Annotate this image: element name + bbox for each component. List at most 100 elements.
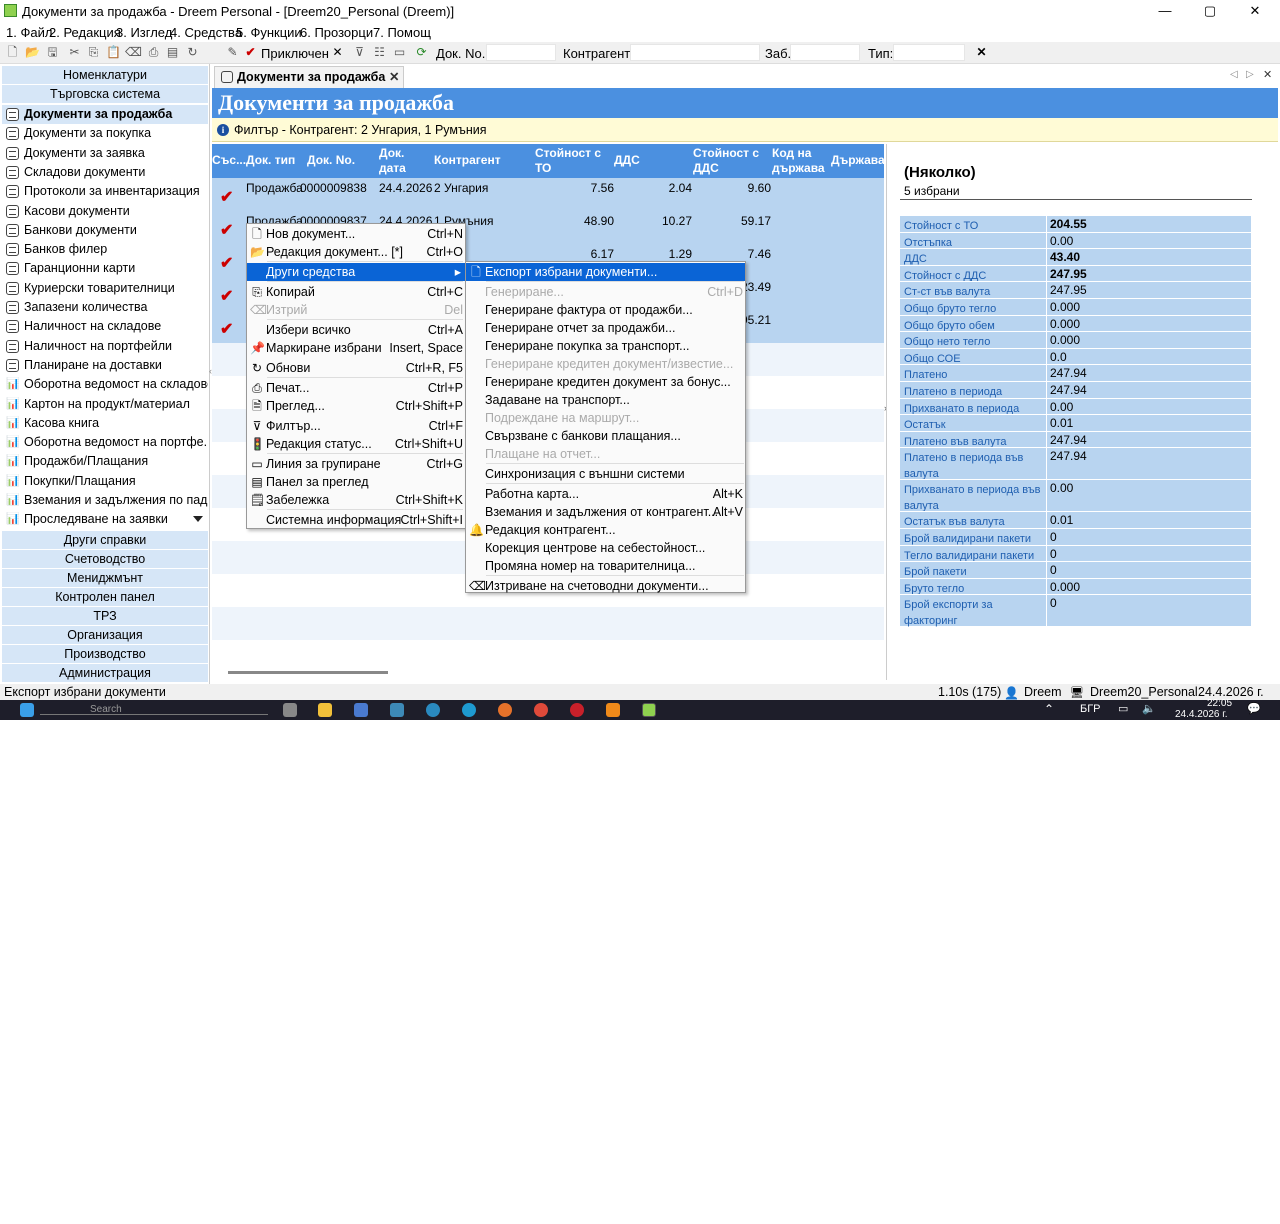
close-button[interactable]: ✕ [1240, 2, 1270, 20]
col-status[interactable]: Със... [212, 153, 246, 168]
task-view-icon[interactable] [283, 703, 297, 717]
open-icon[interactable]: 📂 [25, 45, 40, 60]
file-explorer-icon[interactable] [318, 703, 332, 717]
calculator-icon[interactable] [354, 703, 368, 717]
menu-windows[interactable]: 6. Прозорци [300, 25, 373, 40]
menu-tools[interactable]: 4. Средства [170, 25, 242, 40]
col-doc-date[interactable]: Док. дата [379, 146, 419, 176]
col-country-code[interactable]: Код на държава [772, 146, 832, 176]
col-value-to[interactable]: Стойност с ТО [535, 146, 615, 176]
tab-scroll-right-icon[interactable]: ▷ [1246, 69, 1254, 80]
submenu-item-11[interactable]: Синхронизация с външни системи [466, 465, 745, 483]
clear-icon[interactable]: ✕ [330, 45, 345, 60]
notifications-icon[interactable]: 💬 [1247, 702, 1261, 715]
nav-item-3[interactable]: Складови документи [2, 163, 208, 182]
submenu-item-10[interactable]: Плащане на отчет... [466, 445, 745, 463]
context-menu-item-7[interactable]: ↻ Обнови Ctrl+R, F5 [247, 359, 465, 377]
nav-header-nomenclatures[interactable]: Номенклатури [2, 66, 208, 84]
nav-header-trade-system[interactable]: Търговска система [2, 85, 208, 103]
submenu-item-9[interactable]: Свързване с банкови плащания... [466, 427, 745, 445]
context-menu-item-15[interactable]: Системна информация Ctrl+Shift+I [247, 511, 465, 529]
menu-functions[interactable]: 5. Функции [236, 25, 302, 40]
splitter-handle-icon[interactable]: ‹ [209, 366, 212, 376]
refresh-icon[interactable]: ↻ [185, 45, 200, 60]
chevron-up-icon[interactable]: ⌃ [1044, 702, 1054, 716]
clock-time[interactable]: 22:05 [1207, 698, 1232, 709]
save-icon[interactable]: 🖫 [45, 45, 60, 60]
context-menu-item-10[interactable]: ⊽ Филтър... Ctrl+F [247, 417, 465, 435]
context-menu-item-11[interactable]: 🚦 Редакция статус... Ctrl+Shift+U [247, 435, 465, 453]
filter-icon[interactable]: ⊽ [352, 45, 367, 60]
nav-header-6[interactable]: Производство [2, 645, 208, 663]
nav-item-20[interactable]: 📊 Вземания и задължения по пад... [2, 491, 208, 510]
context-menu-item-0[interactable]: 🗋 Нов документ... Ctrl+N [247, 225, 465, 243]
firefox-icon[interactable] [498, 703, 512, 717]
submenu-item-5[interactable]: Генериране кредитен документ/известие... [466, 355, 745, 373]
col-doc-no[interactable]: Док. No. [307, 153, 355, 168]
nav-item-11[interactable]: Наличност на складове [2, 317, 208, 336]
tab-sales-documents[interactable]: Документи за продажба ✕ [214, 66, 404, 88]
col-vat[interactable]: ДДС [614, 153, 640, 168]
menu-edit[interactable]: 2. Редакция [49, 25, 121, 40]
edit-doc-icon[interactable]: ✎ [225, 45, 240, 60]
maximize-button[interactable]: ▢ [1195, 2, 1225, 20]
tab-close-icon[interactable]: ✕ [389, 67, 399, 87]
volume-icon[interactable]: 🔈 [1142, 702, 1156, 715]
context-menu-item-9[interactable]: 🗎 Преглед... Ctrl+Shift+P [247, 397, 465, 415]
nav-item-15[interactable]: 📊 Картон на продукт/материал [2, 395, 208, 414]
check-mark-icon[interactable]: ✔ [220, 190, 233, 206]
nav-item-8[interactable]: Гаранционни карти [2, 259, 208, 278]
col-country[interactable]: Държава [831, 153, 885, 168]
nav-item-18[interactable]: 📊 Продажби/Плащания [2, 452, 208, 471]
nav-item-5[interactable]: Касови документи [2, 202, 208, 221]
nav-header-7[interactable]: Администрация [2, 664, 208, 682]
contragent-input[interactable] [630, 44, 760, 61]
check-mark-icon[interactable]: ✔ [220, 256, 233, 272]
nav-item-0[interactable]: Документи за продажба [2, 105, 208, 124]
submenu-item-7[interactable]: Задаване на транспорт... [466, 391, 745, 409]
preview-icon[interactable]: ▤ [165, 45, 180, 60]
chrome-icon[interactable] [534, 703, 548, 717]
opera-icon[interactable] [570, 703, 584, 717]
submenu-item-2[interactable]: Генериране фактура от продажби... [466, 301, 745, 319]
check-mark-icon[interactable]: ✔ [220, 322, 233, 338]
check-mark-icon[interactable]: ✔ [220, 223, 233, 239]
menu-help[interactable]: 7. Помощ [373, 25, 431, 40]
col-value-vat[interactable]: Стойност с ДДС [693, 146, 769, 176]
cut-icon[interactable]: ✂ [67, 45, 82, 60]
submenu-item-3[interactable]: Генериране отчет за продажби... [466, 319, 745, 337]
submenu-item-16[interactable]: Промяна номер на товарителница... [466, 557, 745, 575]
nav-header-1[interactable]: Счетоводство [2, 550, 208, 568]
network-icon[interactable]: ▭ [1118, 702, 1128, 715]
nav-item-21[interactable]: 📊 Проследяване на заявки [2, 510, 208, 529]
context-menu-item-13[interactable]: ▤ Панел за преглед [247, 473, 465, 491]
submenu-item-15[interactable]: Корекция центрове на себестойност... [466, 539, 745, 557]
nav-header-2[interactable]: Мениджмънт [2, 569, 208, 587]
context-menu-item-14[interactable]: 🗒 Забележка Ctrl+Shift+K [247, 491, 465, 509]
vlc-icon[interactable] [606, 703, 620, 717]
browser-icon[interactable] [426, 703, 440, 717]
nav-item-4[interactable]: Протоколи за инвентаризация [2, 182, 208, 201]
panel-icon[interactable]: ▭ [392, 45, 407, 60]
eraser-icon[interactable]: ⌫ [125, 45, 142, 60]
minimize-button[interactable]: — [1150, 2, 1180, 20]
submenu-item-12[interactable]: Работна карта... Alt+K [466, 485, 745, 503]
check-mark-icon[interactable]: ✔ [220, 289, 233, 305]
table-row[interactable]: ✔ Продажба 0000009838 24.4.2026 2 Унгария 7.5… [212, 178, 884, 211]
filter-edit-icon[interactable]: ☷ [372, 45, 387, 60]
nav-item-14[interactable]: 📊 Оборотна ведомост на складове [2, 375, 208, 394]
nav-item-17[interactable]: 📊 Оборотна ведомост на портфе... [2, 433, 208, 452]
context-menu-item-2[interactable]: Други средства ▸ [247, 263, 465, 281]
nav-item-10[interactable]: Запазени количества [2, 298, 208, 317]
submenu-item-17[interactable]: ⌫ Изтриване на счетоводни документи... [466, 577, 745, 595]
edge-icon[interactable] [462, 703, 476, 717]
nav-item-12[interactable]: Наличност на портфейли [2, 337, 208, 356]
tab-scroll-left-icon[interactable]: ◁ [1230, 69, 1238, 80]
submenu-item-14[interactable]: 🔔 Редакция контрагент... [466, 521, 745, 539]
nav-item-9[interactable]: Куриерски товарителници [2, 279, 208, 298]
context-menu-item-5[interactable]: Избери всичко Ctrl+A [247, 321, 465, 339]
submenu-item-8[interactable]: Подреждане на маршрут... [466, 409, 745, 427]
submenu-item-0[interactable]: 🗋 Експорт избрани документи... [466, 263, 745, 281]
collapse-arrow-icon[interactable] [193, 516, 203, 522]
horizontal-scrollbar[interactable] [228, 671, 388, 674]
